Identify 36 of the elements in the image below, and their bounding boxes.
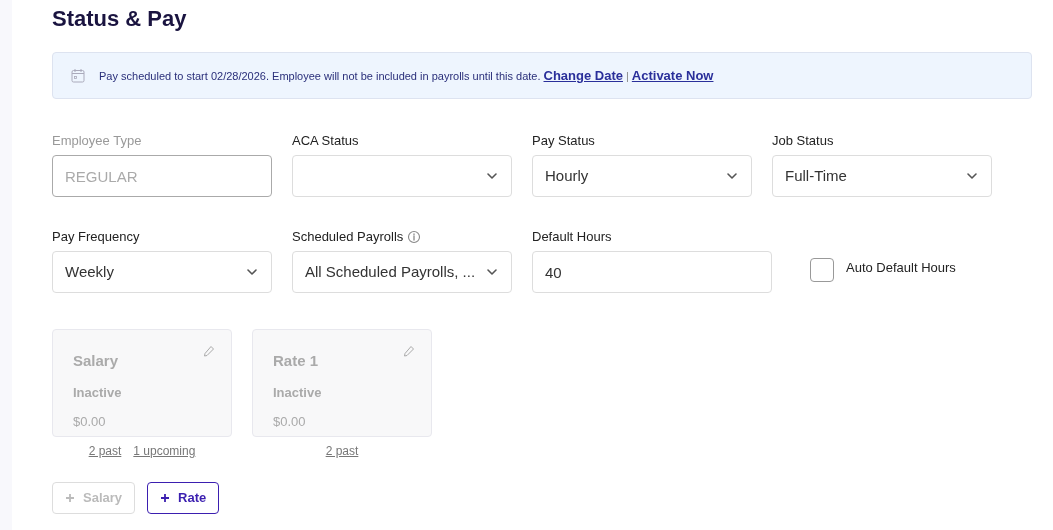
select-dropdown[interactable]: Weekly [52, 251, 272, 293]
field-label: Default Hours [532, 228, 612, 247]
input-field[interactable]: 40 [532, 251, 772, 293]
checkbox[interactable] [810, 258, 834, 282]
select-dropdown[interactable]: Full-Time [772, 155, 992, 197]
change-date-link[interactable]: Change Date [543, 65, 623, 86]
separator-text: | [625, 68, 629, 84]
field-label: ACA Status [292, 132, 359, 151]
calendar-icon [71, 68, 85, 83]
field-label: Scheduled Payrolls [292, 228, 404, 247]
select-dropdown[interactable] [292, 155, 512, 197]
history-link[interactable]: 2 past [88, 442, 122, 460]
pencil-icon[interactable] [403, 345, 415, 357]
activate-now-link[interactable]: Activate Now [631, 65, 714, 86]
banner-message: Pay scheduled to start 02/28/2026. Employee will not be included in payrolls until this date. [99, 68, 541, 84]
history-link[interactable]: 2 past [325, 442, 359, 460]
page-title: Status & Pay [52, 5, 188, 30]
pencil-icon[interactable] [203, 345, 215, 357]
history-link[interactable]: 1 upcoming [133, 442, 196, 460]
card-amount: $0.00 [273, 413, 306, 431]
info-icon[interactable] [407, 230, 422, 244]
card-amount: $0.00 [73, 413, 106, 431]
card-title: Rate 1 [273, 351, 319, 371]
card-status: Inactive [273, 383, 322, 402]
card-status: Inactive [73, 383, 122, 402]
checkbox-label: Auto Default Hours [846, 259, 956, 277]
field-label: Pay Frequency [52, 228, 140, 247]
field-label: Pay Status [532, 132, 595, 151]
field-label: Employee Type [52, 132, 142, 151]
add-button[interactable]: Rate [147, 482, 220, 514]
field-label: Job Status [772, 132, 834, 151]
select-dropdown[interactable]: Hourly [532, 155, 752, 197]
card-title: Salary [73, 351, 119, 371]
plus-icon [160, 493, 171, 503]
select-dropdown[interactable]: All Scheduled Payrolls, ... [292, 251, 512, 293]
plus-icon [65, 493, 75, 503]
